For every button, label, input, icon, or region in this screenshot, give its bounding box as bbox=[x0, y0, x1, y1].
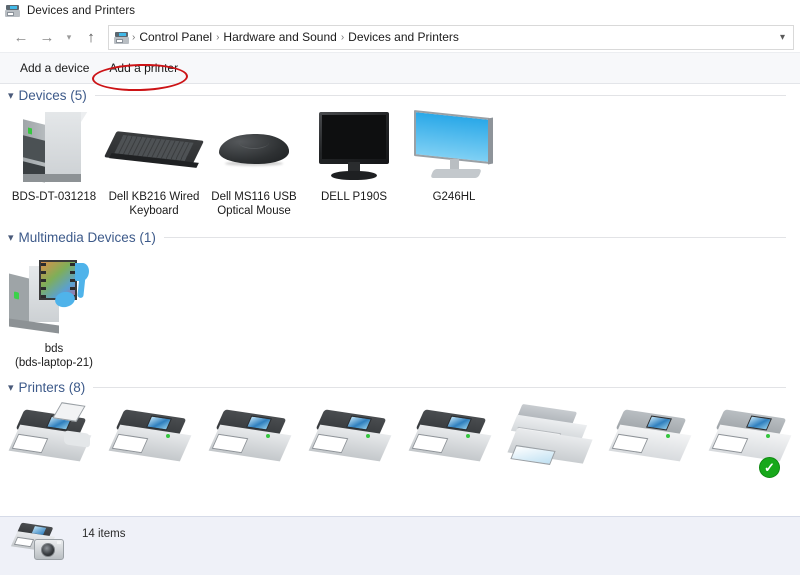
section-divider bbox=[94, 94, 786, 96]
breadcrumb-chevron-down-icon[interactable]: ▾ bbox=[780, 32, 789, 43]
printer-camera-icon bbox=[10, 522, 68, 569]
breadcrumb-item-hardware-and-sound[interactable]: Hardware and Sound bbox=[220, 30, 339, 44]
multifunction-printer-icon bbox=[507, 403, 600, 472]
breadcrumb-item-devices-and-printers[interactable]: Devices and Printers bbox=[345, 30, 462, 44]
printer-tile-8-default[interactable]: ✓ bbox=[704, 404, 800, 478]
section-title-multimedia-devices: Multimedia Devices (1) bbox=[18, 229, 156, 245]
fax-printer-icon bbox=[8, 402, 98, 472]
device-label: G246HL bbox=[432, 191, 476, 203]
recent-locations-chevron-down-icon[interactable]: ▾ bbox=[60, 24, 78, 50]
device-tile-dell-kb216-keyboard[interactable]: Dell KB216 Wired Keyboard bbox=[104, 106, 204, 218]
printer-tile-3[interactable] bbox=[204, 404, 304, 478]
section-title-devices: Devices (5) bbox=[18, 87, 87, 103]
device-tile-list: BDS-DT-031218 Dell KB216 Wired Keyboard … bbox=[0, 106, 800, 218]
devices-printers-icon bbox=[5, 3, 21, 19]
laser-printer-icon bbox=[208, 408, 298, 472]
laser-printer-icon bbox=[608, 408, 698, 472]
device-label: Dell KB216 Wired Keyboard bbox=[108, 191, 200, 217]
section-header-devices[interactable]: ▾ Devices (5) bbox=[0, 84, 800, 106]
printer-tile-7[interactable] bbox=[604, 404, 704, 478]
breadcrumb-devices-printers-icon bbox=[114, 30, 129, 45]
device-tile-bds-dt-031218[interactable]: BDS-DT-031218 bbox=[4, 106, 104, 218]
section-divider bbox=[163, 236, 786, 238]
breadcrumb[interactable]: › Control Panel › Hardware and Sound › D… bbox=[108, 24, 794, 50]
laser-printer-icon: ✓ bbox=[708, 408, 798, 478]
desktop-tower-icon bbox=[23, 110, 88, 184]
content-area: ▾ Devices (5) BDS-DT-031218 Dell KB216 W… bbox=[0, 84, 800, 516]
device-tile-dell-p190s-monitor[interactable]: DELL P190S bbox=[304, 106, 404, 218]
devices-and-printers-window: Devices and Printers ← → ▾ ↑ › Control P… bbox=[0, 0, 800, 575]
add-a-device-button[interactable]: Add a device bbox=[10, 57, 99, 79]
mouse-icon bbox=[217, 110, 291, 184]
device-label: bds (bds-laptop-21) bbox=[15, 343, 93, 369]
laser-printer-icon bbox=[408, 408, 498, 472]
window-title: Devices and Printers bbox=[27, 5, 136, 17]
up-arrow-icon[interactable]: ↑ bbox=[78, 24, 104, 50]
section-header-printers[interactable]: ▾ Printers (8) bbox=[0, 376, 800, 398]
device-label: DELL P190S bbox=[320, 191, 388, 203]
section-title-printers: Printers (8) bbox=[18, 379, 86, 395]
device-tile-bds-laptop-21[interactable]: bds (bds-laptop-21) bbox=[4, 248, 104, 370]
printer-tile-4[interactable] bbox=[304, 404, 404, 478]
printer-tile-1[interactable] bbox=[4, 402, 104, 478]
printer-tile-list: ✓ bbox=[0, 398, 800, 478]
multimedia-device-icon bbox=[9, 252, 99, 336]
device-label: BDS-DT-031218 bbox=[11, 191, 97, 203]
multimedia-tile-list: bds (bds-laptop-21) bbox=[0, 248, 800, 370]
chevron-down-icon[interactable]: ▾ bbox=[8, 231, 14, 244]
add-a-printer-button[interactable]: Add a printer bbox=[99, 57, 188, 79]
status-bar: 14 items bbox=[0, 516, 800, 575]
device-tile-dell-ms116-mouse[interactable]: Dell MS116 USB Optical Mouse bbox=[204, 106, 304, 218]
device-label: Dell MS116 USB Optical Mouse bbox=[211, 191, 297, 217]
title-bar: Devices and Printers bbox=[0, 0, 800, 22]
device-tile-g246hl-monitor[interactable]: G246HL bbox=[404, 106, 504, 218]
breadcrumb-item-control-panel[interactable]: Control Panel bbox=[136, 30, 215, 44]
monitor-icon bbox=[412, 110, 496, 184]
section-divider bbox=[93, 386, 786, 388]
laser-printer-icon bbox=[308, 408, 398, 472]
printer-tile-2[interactable] bbox=[104, 404, 204, 478]
chevron-down-icon[interactable]: ▾ bbox=[8, 381, 14, 394]
printer-tile-6[interactable] bbox=[504, 403, 604, 478]
laser-printer-icon bbox=[108, 408, 198, 472]
command-toolbar: Add a device Add a printer bbox=[0, 52, 800, 84]
monitor-icon bbox=[315, 110, 393, 184]
keyboard-icon bbox=[104, 110, 204, 184]
item-count-label: 14 items bbox=[82, 528, 126, 540]
back-arrow-icon[interactable]: ← bbox=[8, 24, 34, 50]
chevron-down-icon[interactable]: ▾ bbox=[8, 89, 14, 102]
section-header-multimedia-devices[interactable]: ▾ Multimedia Devices (1) bbox=[0, 226, 800, 248]
printer-tile-5[interactable] bbox=[404, 404, 504, 478]
default-printer-check-icon: ✓ bbox=[759, 457, 780, 478]
forward-arrow-icon[interactable]: → bbox=[34, 24, 60, 50]
address-bar: ← → ▾ ↑ › Control Panel › Hardware and S… bbox=[0, 22, 800, 52]
